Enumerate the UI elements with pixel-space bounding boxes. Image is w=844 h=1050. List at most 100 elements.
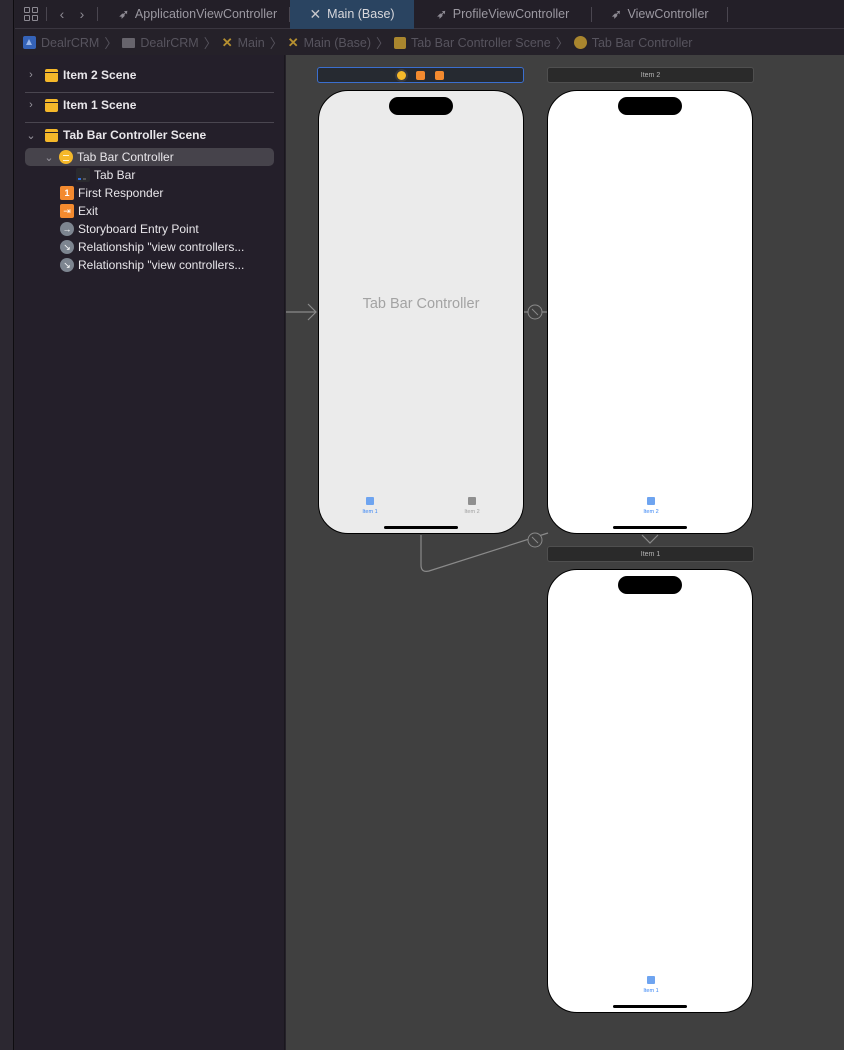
breadcrumb-label: Main (Base) [303,35,372,50]
node-label: Relationship "view controllers... [78,240,245,254]
tab-item-label: Item 2 [464,509,480,515]
outline-node-relationship-1[interactable]: ↘ Relationship "view controllers... [60,238,244,256]
scene-icon [394,36,407,49]
tab-item-label: Item 1 [643,988,659,994]
tab-bar-item-1[interactable]: Item 1 [355,497,385,515]
outline-node-entry-point[interactable]: → Storyboard Entry Point [60,220,199,238]
outline-node-tab-bar[interactable]: Tab Bar [76,166,135,184]
scene-icon [45,98,58,112]
outline-scene-item-1[interactable]: › Item 1 Scene [25,94,274,116]
outline-scene-tab-bar-controller[interactable]: ⌄ Tab Bar Controller Scene [25,124,274,146]
tab-label: Main (Base) [327,7,395,21]
scene-icon [45,68,58,82]
tab-bar-controller-screen[interactable]: Tab Bar Controller Item 1 Item 2 [318,90,524,534]
tab-item-image-icon [647,976,655,984]
item-1-screen[interactable]: Item 1 [547,569,753,1013]
swift-icon: ➶ [118,7,129,21]
tab-bar-icon [76,168,90,182]
tab-item-image-icon [647,497,655,505]
related-items-grid-icon[interactable] [24,7,38,21]
tab-main-base[interactable]: ✕ Main (Base) [290,0,414,29]
project-icon [23,36,36,49]
storyboard-canvas[interactable]: Tab Bar Controller Item 1 Item 2 Item 2 … [286,55,844,1050]
scene-dock-item-2[interactable]: Item 2 [547,67,754,83]
first-responder-icon[interactable] [416,70,425,80]
tab-profile-view-controller[interactable]: ➶ ProfileViewController [414,0,592,29]
breadcrumb-main-base[interactable]: ✕ Main (Base) [288,35,371,51]
exit-icon[interactable] [435,70,444,80]
tab-divider [727,6,728,22]
breadcrumb-chevron-icon: 〉 [269,36,283,51]
disclosure-chevron-down-icon[interactable]: ⌄ [25,129,37,142]
node-label: Tab Bar [94,168,136,182]
outline-divider [25,122,274,123]
dynamic-island [618,576,682,594]
tab-bar-controller-icon[interactable] [397,70,406,80]
outline-node-relationship-2[interactable]: ↘ Relationship "view controllers... [60,256,244,274]
scene-label: Item 2 Scene [63,68,137,82]
breadcrumb-folder[interactable]: DealrCRM [122,35,199,50]
swift-icon: ➶ [611,7,622,21]
tab-item-image-icon [366,497,374,505]
node-label: Exit [78,204,99,218]
scene-dock-item-1[interactable]: Item 1 [547,546,754,562]
dynamic-island [389,97,453,115]
outline-node-first-responder[interactable]: 1 First Responder [60,184,163,202]
outline-node-tab-bar-controller[interactable]: ⌄ Tab Bar Controller [25,148,274,166]
tab-bar-controller-icon [573,36,587,49]
outline-scene-item-2[interactable]: › Item 2 Scene [25,64,274,86]
outline-node-exit[interactable]: ⇥ Exit [60,202,98,220]
toolbar-divider [97,7,98,21]
toolbar-divider [46,7,47,21]
breadcrumb-chevron-icon: 〉 [376,36,390,51]
storyboard-icon: ✕ [287,34,299,50]
scene-dock-tab-bar-controller[interactable] [317,67,524,83]
breadcrumb-label: Tab Bar Controller [591,35,693,50]
breadcrumb-label: DealrCRM [140,35,199,50]
tab-label: ApplicationViewController [134,7,278,21]
scene-icon [45,128,58,142]
tab-item-label: Item 1 [362,509,378,515]
scene-label: Item 1 Scene [63,98,137,112]
relationship-segue-icon: ↘ [60,240,74,254]
scene-title: Tab Bar Controller [362,296,480,312]
breadcrumb-chevron-icon: 〉 [104,36,118,51]
breadcrumb-tab-bar-controller[interactable]: Tab Bar Controller [573,35,693,50]
tab-view-controller[interactable]: ➶ ViewController [592,0,728,29]
xcode-window: ‹ › ➶ ApplicationViewController ✕ Main (… [0,0,844,1050]
document-outline: › Item 2 Scene › Item 1 Scene ⌄ Tab Bar … [15,55,285,1050]
scene-dock-label: Item 2 [640,71,661,79]
scene-dock-label: Item 1 [640,550,661,558]
item-2-screen[interactable]: Item 2 [547,90,753,534]
folder-icon [122,37,136,48]
storyboard-icon: ✕ [309,5,322,22]
tab-application-view-controller[interactable]: ➶ ApplicationViewController [106,0,290,29]
segue-arrowhead [641,534,659,544]
breadcrumb-scene[interactable]: Tab Bar Controller Scene [394,36,551,50]
home-indicator [384,526,458,529]
first-responder-icon: 1 [60,186,74,200]
relationship-segue-icon: ↘ [60,258,74,272]
outline-divider [25,92,274,93]
tab-bar-item-2[interactable]: Item 2 [457,497,487,515]
back-button[interactable]: ‹ [55,7,69,21]
breadcrumb-chevron-icon: 〉 [555,36,569,51]
dynamic-island [618,97,682,115]
disclosure-chevron-right-icon[interactable]: › [25,69,37,81]
left-edge-strip [0,0,14,1050]
entry-point-icon: → [60,222,74,236]
breadcrumb-main[interactable]: ✕ Main [222,35,265,51]
editor-tab-bar: ‹ › ➶ ApplicationViewController ✕ Main (… [15,0,844,29]
disclosure-chevron-right-icon[interactable]: › [25,99,37,111]
breadcrumb-label: Main [237,35,265,50]
node-label: First Responder [78,186,164,200]
tab-label: ViewController [627,7,709,21]
exit-icon: ⇥ [60,204,74,218]
breadcrumb-label: Tab Bar Controller Scene [411,35,551,50]
breadcrumb-project[interactable]: DealrCRM [23,36,99,50]
storyboard-icon: ✕ [221,34,233,50]
tab-bar-item-1[interactable]: Item 1 [636,976,666,994]
disclosure-chevron-down-icon[interactable]: ⌄ [43,151,55,164]
tab-bar-item-2[interactable]: Item 2 [636,497,666,515]
forward-button[interactable]: › [75,7,89,21]
